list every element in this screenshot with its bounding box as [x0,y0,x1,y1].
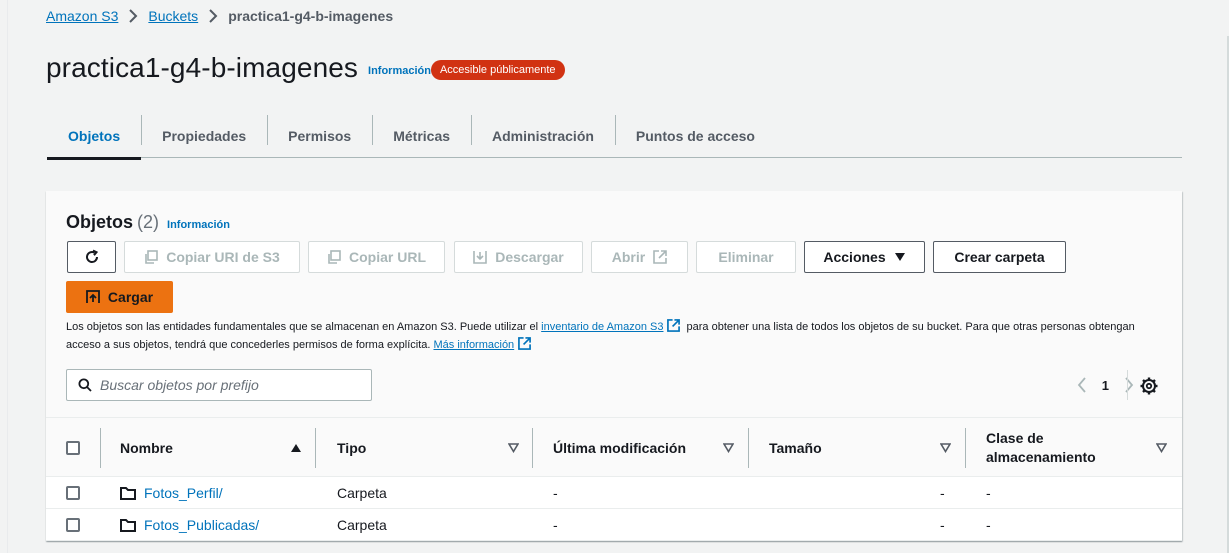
sort-icon[interactable] [1156,443,1167,453]
objects-panel-title-row: Objetos (2) Información [66,212,230,233]
column-divider [965,428,966,468]
column-divider [100,428,101,468]
more-info-link[interactable]: Más información [433,339,514,351]
page-header: practica1-g4-b-imagenes Información Acce… [46,48,565,88]
objects-panel-header: Objetos (2) Información Copiar URI de S3… [46,191,1182,417]
breadcrumb-amazon-s3[interactable]: Amazon S3 [46,8,118,24]
column-header-type[interactable]: Tipo [337,418,366,478]
folder-icon [120,518,136,532]
previous-page-icon[interactable] [1077,377,1087,393]
page-number[interactable]: 1 [1102,378,1109,393]
column-header-storage-class[interactable]: Clase de almacenamiento [986,418,1106,478]
sort-icon[interactable] [723,443,734,453]
download-icon [473,250,488,264]
download-label: Descargar [495,249,564,265]
column-divider [315,428,316,468]
inventory-link[interactable]: inventario de Amazon S3 [541,321,663,333]
object-name-cell: Fotos_Publicadas/ [120,509,259,541]
settings-gear-icon[interactable] [1140,377,1158,395]
column-divider [532,428,533,468]
page-title: practica1-g4-b-imagenes [46,52,359,83]
column-divider [748,428,749,468]
object-size-cell: - [940,485,945,501]
copy-url-button[interactable]: Copiar URL [308,241,445,273]
object-name-link[interactable]: Fotos_Publicadas/ [144,517,259,533]
object-name-link[interactable]: Fotos_Perfil/ [144,485,223,501]
search-box [66,369,372,401]
tab-metricas[interactable]: Métricas [372,114,471,158]
tab-propiedades[interactable]: Propiedades [141,114,267,158]
column-header-last-modified[interactable]: Última modificación [553,418,686,478]
tab-permisos[interactable]: Permisos [267,114,372,158]
copy-icon [327,250,341,264]
objects-panel: Objetos (2) Información Copiar URI de S3… [46,191,1182,541]
header-info-link[interactable]: Información [368,65,431,77]
delete-button[interactable]: Eliminar [696,241,796,273]
actions-label: Acciones [823,249,886,265]
caret-down-icon [894,252,906,262]
breadcrumb: Amazon S3 Buckets practica1-g4-b-imagene… [46,7,393,25]
objects-description: Los objetos son las entidades fundamenta… [66,319,1146,355]
folder-icon [120,486,136,500]
upload-icon [86,290,100,304]
refresh-icon [84,249,100,265]
copy-s3-uri-button[interactable]: Copiar URI de S3 [124,241,300,273]
public-access-badge: Accesible públicamente [430,60,565,80]
open-button[interactable]: Abrir [591,241,688,273]
object-modified-cell: - [553,485,558,501]
breadcrumb-current-bucket: practica1-g4-b-imagenes [228,8,394,24]
bucket-tabs: Objetos Propiedades Permisos Métricas Ad… [47,114,1182,160]
copy-icon [144,250,159,264]
description-text-1: Los objetos son las entidades fundamenta… [66,321,542,333]
column-header-size[interactable]: Tamaño [769,418,822,478]
upload-button[interactable]: Cargar [66,281,173,313]
create-folder-label: Crear carpeta [954,249,1045,265]
object-type-cell: Carpeta [337,485,387,501]
row-checkbox[interactable] [66,486,80,500]
chevron-right-icon [128,9,138,23]
refresh-button[interactable] [67,241,116,273]
copy-url-label: Copiar URL [349,249,426,265]
upload-label: Cargar [107,289,154,305]
next-page-icon[interactable] [1124,377,1134,393]
delete-label: Eliminar [718,249,774,265]
search-input[interactable] [100,377,360,393]
actions-dropdown-button[interactable]: Acciones [804,241,925,273]
tab-objetos[interactable]: Objetos [47,114,142,160]
breadcrumb-buckets[interactable]: Buckets [148,8,198,24]
tab-puntos-de-acceso[interactable]: Puntos de acceso [614,114,776,158]
object-name-cell: Fotos_Perfil/ [120,477,223,509]
download-button[interactable]: Descargar [454,241,583,273]
external-link-icon [653,250,668,264]
create-folder-button[interactable]: Crear carpeta [933,241,1066,273]
row-checkbox[interactable] [66,518,80,532]
object-type-cell: Carpeta [337,517,387,533]
search-icon [78,378,92,392]
page-frame-line [7,0,8,553]
pagination-divider [1127,370,1128,400]
column-header-name[interactable]: Nombre [120,418,173,478]
sort-icon[interactable] [940,443,951,453]
select-all-checkbox[interactable] [66,441,80,455]
sort-icon[interactable] [508,443,519,453]
objects-info-link[interactable]: Información [167,219,230,231]
objects-count: (2) [137,212,160,232]
object-size-cell: - [940,517,945,533]
external-link-icon [667,319,681,337]
chevron-right-icon [208,9,218,23]
table-row: Fotos_Perfil/ Carpeta - - - [46,477,1182,509]
tab-administracion[interactable]: Administración [471,114,615,158]
open-label: Abrir [611,249,646,265]
objects-table-header: Nombre Tipo Última modificación Tamaño C… [46,417,1182,477]
table-row: Fotos_Publicadas/ Carpeta - - - [46,509,1182,541]
copy-s3-uri-label: Copiar URI de S3 [166,249,280,265]
sort-ascending-icon[interactable] [290,443,302,453]
external-link-icon [518,337,532,355]
object-modified-cell: - [553,517,558,533]
pagination: 1 [1077,375,1134,395]
objects-panel-title: Objetos [66,212,134,232]
object-storage-class-cell: - [986,485,991,501]
object-storage-class-cell: - [986,517,991,533]
